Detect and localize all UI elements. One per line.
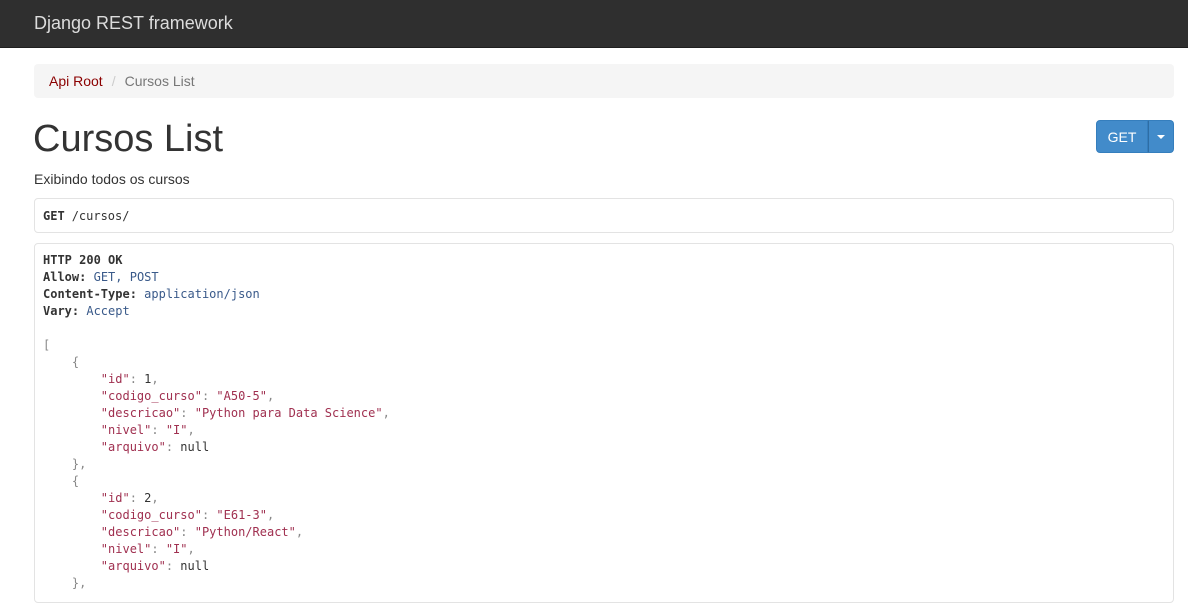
get-button-group: GET bbox=[1096, 120, 1174, 153]
json-value: "I" bbox=[165, 423, 188, 437]
brand-link[interactable]: Django REST framework bbox=[34, 12, 233, 34]
get-button[interactable]: GET bbox=[1096, 120, 1148, 153]
navbar: Django REST framework bbox=[0, 0, 1188, 48]
page-title: Cursos List bbox=[33, 118, 224, 160]
json-key: "nivel" bbox=[100, 542, 152, 556]
page-description: Exibindo todos os cursos bbox=[34, 171, 190, 187]
json-key: "id" bbox=[100, 372, 130, 386]
json-value: "Python/React" bbox=[194, 525, 296, 539]
caret-down-icon bbox=[1157, 134, 1165, 139]
response-status: HTTP 200 OK bbox=[43, 253, 123, 267]
breadcrumb-current: Cursos List bbox=[124, 73, 195, 89]
json-value: null bbox=[180, 440, 210, 454]
json-value: "Python para Data Science" bbox=[194, 406, 383, 420]
json-key: "descricao" bbox=[100, 406, 181, 420]
json-key: "codigo_curso" bbox=[100, 389, 202, 403]
breadcrumb-separator: / bbox=[111, 73, 116, 89]
allow-header-value: GET, POST bbox=[93, 270, 159, 284]
breadcrumb: Api Root / Cursos List bbox=[34, 64, 1174, 98]
json-key: "descricao" bbox=[100, 525, 181, 539]
json-key: "nivel" bbox=[100, 423, 152, 437]
json-value: "E61-3" bbox=[216, 508, 267, 522]
json-value: "I" bbox=[165, 542, 188, 556]
response-info: HTTP 200 OK Allow: GET, POST Content-Type:… bbox=[34, 243, 1174, 603]
json-key: "arquivo" bbox=[100, 440, 166, 454]
request-method: GET bbox=[43, 208, 65, 223]
content-type-header-value: application/json bbox=[144, 287, 260, 301]
json-key: "codigo_curso" bbox=[100, 508, 202, 522]
json-value: "A50-5" bbox=[216, 389, 267, 403]
request-path: /cursos/ bbox=[71, 208, 130, 223]
json-key: "id" bbox=[100, 491, 130, 505]
json-key: "arquivo" bbox=[100, 559, 166, 573]
json-value: null bbox=[180, 559, 210, 573]
content-type-header-key: Content-Type: bbox=[43, 287, 137, 301]
vary-header-key: Vary: bbox=[43, 304, 80, 318]
breadcrumb-api-root-link[interactable]: Api Root bbox=[49, 73, 103, 89]
allow-header-key: Allow: bbox=[43, 270, 87, 284]
vary-header-value: Accept bbox=[86, 304, 130, 318]
get-format-dropdown-button[interactable] bbox=[1148, 120, 1174, 153]
request-info: GET /cursos/ bbox=[34, 198, 1174, 233]
